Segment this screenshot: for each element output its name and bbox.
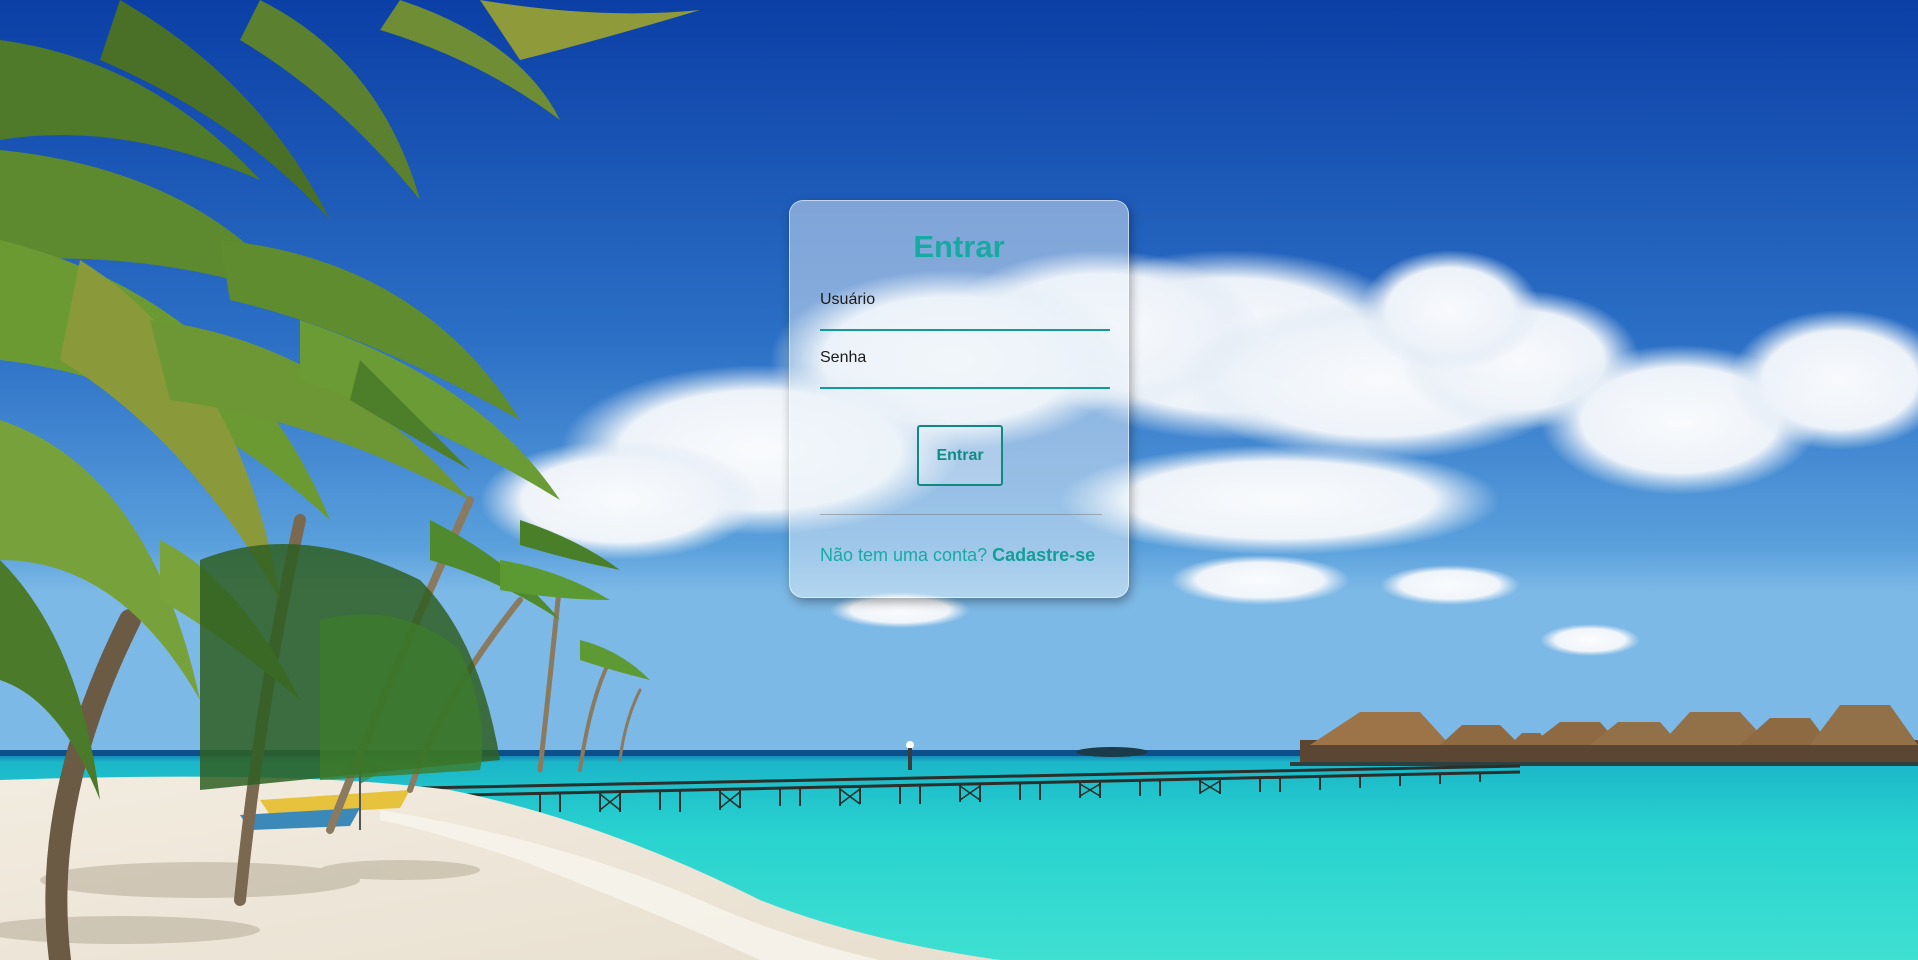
password-field[interactable]: Senha bbox=[820, 345, 1110, 389]
login-card: Entrar Usuário Senha Entrar Não tem uma … bbox=[789, 200, 1129, 598]
signup-prompt-text: Não tem uma conta? bbox=[820, 545, 988, 565]
login-submit-button[interactable]: Entrar bbox=[917, 425, 1003, 486]
login-title: Entrar bbox=[913, 229, 1005, 264]
divider bbox=[820, 514, 1102, 515]
password-input[interactable] bbox=[820, 345, 1110, 387]
signup-prompt-row: Não tem uma conta? Cadastre-se bbox=[820, 545, 1095, 566]
username-input[interactable] bbox=[820, 287, 1110, 329]
signup-link[interactable]: Cadastre-se bbox=[992, 545, 1095, 565]
username-field[interactable]: Usuário bbox=[820, 287, 1110, 331]
